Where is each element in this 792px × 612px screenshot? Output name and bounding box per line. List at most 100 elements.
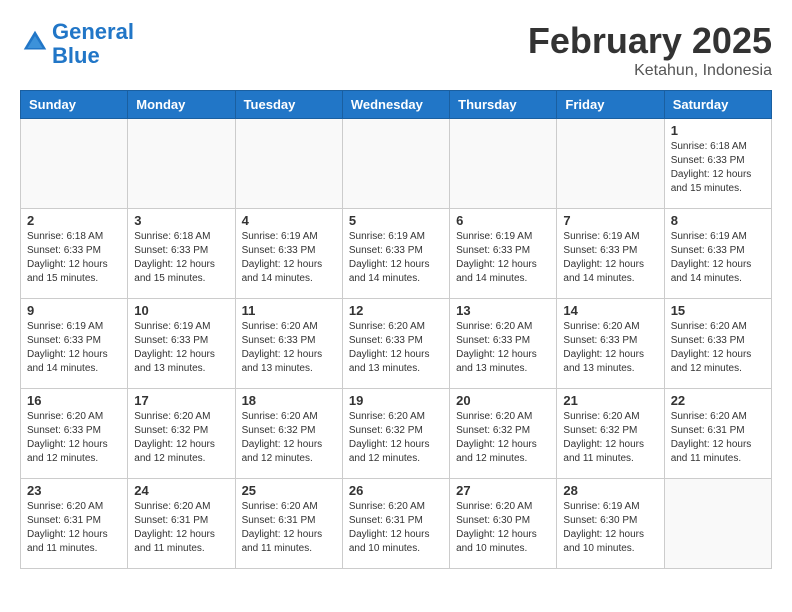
day-number: 14 xyxy=(563,303,657,318)
calendar-cell: 28 Sunrise: 6:19 AM Sunset: 6:30 PM Dayli… xyxy=(557,479,664,569)
day-info: Sunrise: 6:18 AM Sunset: 6:33 PM Dayligh… xyxy=(134,230,228,286)
calendar-cell: 25Sunrise: 6:20 AM Sunset: 6:31 PM Dayli… xyxy=(235,479,342,569)
day-number: 21 xyxy=(563,393,657,408)
calendar-week-row: 16 Sunrise: 6:20 AM Sunset: 6:33 PM Dayli… xyxy=(21,389,772,479)
calendar-week-row: 23 Sunrise: 6:20 AM Sunset: 6:31 PM Dayli… xyxy=(21,479,772,569)
calendar-cell: 27Sunrise: 6:20 AM Sunset: 6:30 PM Dayli… xyxy=(450,479,557,569)
day-info: Sunrise: 6:20 AM Sunset: 6:33 PM Dayligh… xyxy=(563,320,657,376)
day-number: 8 xyxy=(671,213,765,228)
day-info: Sunrise: 6:20 AM Sunset: 6:32 PM Dayligh… xyxy=(456,410,550,466)
calendar-cell: 23 Sunrise: 6:20 AM Sunset: 6:31 PM Dayli… xyxy=(21,479,128,569)
month-title: February 2025 xyxy=(528,20,772,62)
day-info: Sunrise: 6:20 AM Sunset: 6:33 PM Dayligh… xyxy=(349,320,443,376)
calendar-cell: 11Sunrise: 6:20 AM Sunset: 6:33 PM Dayli… xyxy=(235,299,342,389)
day-info: Sunrise: 6:20 AM Sunset: 6:32 PM Dayligh… xyxy=(242,410,336,466)
location: Ketahun, Indonesia xyxy=(528,62,772,80)
weekday-header: Thursday xyxy=(450,91,557,119)
weekday-header: Friday xyxy=(557,91,664,119)
weekday-header: Sunday xyxy=(21,91,128,119)
logo-icon xyxy=(20,27,50,57)
day-info: Sunrise: 6:20 AM Sunset: 6:32 PM Dayligh… xyxy=(563,410,657,466)
day-number: 26 xyxy=(349,483,443,498)
logo-line1: General xyxy=(52,19,134,44)
day-number: 20 xyxy=(456,393,550,408)
day-number: 6 xyxy=(456,213,550,228)
calendar-cell xyxy=(235,119,342,209)
day-info: Sunrise: 6:19 AM Sunset: 6:33 PM Dayligh… xyxy=(134,320,228,376)
logo-line2: Blue xyxy=(52,43,100,68)
weekday-header: Saturday xyxy=(664,91,771,119)
day-info: Sunrise: 6:20 AM Sunset: 6:31 PM Dayligh… xyxy=(242,500,336,556)
calendar-week-row: 9 Sunrise: 6:19 AM Sunset: 6:33 PM Daylig… xyxy=(21,299,772,389)
calendar-cell: 20 Sunrise: 6:20 AM Sunset: 6:32 PM Dayli… xyxy=(450,389,557,479)
title-block: February 2025 Ketahun, Indonesia xyxy=(528,20,772,80)
day-number: 1 xyxy=(671,123,765,138)
day-number: 15 xyxy=(671,303,765,318)
day-info: Sunrise: 6:19 AM Sunset: 6:33 PM Dayligh… xyxy=(27,320,121,376)
calendar-cell: 21 Sunrise: 6:20 AM Sunset: 6:32 PM Dayli… xyxy=(557,389,664,479)
calendar-cell xyxy=(21,119,128,209)
weekday-header-row: SundayMondayTuesdayWednesdayThursdayFrid… xyxy=(21,91,772,119)
page-header: General Blue February 2025 Ketahun, Indo… xyxy=(20,20,772,80)
day-number: 3 xyxy=(134,213,228,228)
calendar-cell: 22Sunrise: 6:20 AM Sunset: 6:31 PM Dayli… xyxy=(664,389,771,479)
calendar-cell: 15 Sunrise: 6:20 AM Sunset: 6:33 PM Dayli… xyxy=(664,299,771,389)
calendar-cell: 16 Sunrise: 6:20 AM Sunset: 6:33 PM Dayli… xyxy=(21,389,128,479)
day-info: Sunrise: 6:19 AM Sunset: 6:33 PM Dayligh… xyxy=(671,230,765,286)
day-number: 17 xyxy=(134,393,228,408)
calendar-cell xyxy=(342,119,449,209)
calendar-cell: 8 Sunrise: 6:19 AM Sunset: 6:33 PM Daylig… xyxy=(664,209,771,299)
calendar-cell: 2 Sunrise: 6:18 AM Sunset: 6:33 PM Daylig… xyxy=(21,209,128,299)
day-info: Sunrise: 6:20 AM Sunset: 6:33 PM Dayligh… xyxy=(671,320,765,376)
calendar-cell: 9 Sunrise: 6:19 AM Sunset: 6:33 PM Daylig… xyxy=(21,299,128,389)
day-number: 22 xyxy=(671,393,765,408)
logo-text: General Blue xyxy=(52,20,134,68)
day-number: 9 xyxy=(27,303,121,318)
day-info: Sunrise: 6:20 AM Sunset: 6:33 PM Dayligh… xyxy=(456,320,550,376)
day-info: Sunrise: 6:18 AM Sunset: 6:33 PM Dayligh… xyxy=(27,230,121,286)
weekday-header: Monday xyxy=(128,91,235,119)
day-info: Sunrise: 6:19 AM Sunset: 6:30 PM Dayligh… xyxy=(563,500,657,556)
calendar-cell: 7Sunrise: 6:19 AM Sunset: 6:33 PM Daylig… xyxy=(557,209,664,299)
day-info: Sunrise: 6:20 AM Sunset: 6:33 PM Dayligh… xyxy=(27,410,121,466)
calendar-week-row: 2 Sunrise: 6:18 AM Sunset: 6:33 PM Daylig… xyxy=(21,209,772,299)
day-info: Sunrise: 6:20 AM Sunset: 6:31 PM Dayligh… xyxy=(134,500,228,556)
day-number: 24 xyxy=(134,483,228,498)
calendar-cell: 14 Sunrise: 6:20 AM Sunset: 6:33 PM Dayli… xyxy=(557,299,664,389)
day-info: Sunrise: 6:20 AM Sunset: 6:32 PM Dayligh… xyxy=(349,410,443,466)
day-number: 10 xyxy=(134,303,228,318)
calendar-cell: 19Sunrise: 6:20 AM Sunset: 6:32 PM Dayli… xyxy=(342,389,449,479)
day-number: 27 xyxy=(456,483,550,498)
day-number: 13 xyxy=(456,303,550,318)
day-number: 4 xyxy=(242,213,336,228)
weekday-header: Tuesday xyxy=(235,91,342,119)
calendar-cell: 17Sunrise: 6:20 AM Sunset: 6:32 PM Dayli… xyxy=(128,389,235,479)
day-number: 2 xyxy=(27,213,121,228)
calendar-cell: 3 Sunrise: 6:18 AM Sunset: 6:33 PM Daylig… xyxy=(128,209,235,299)
calendar-cell: 1 Sunrise: 6:18 AM Sunset: 6:33 PM Daylig… xyxy=(664,119,771,209)
day-number: 18 xyxy=(242,393,336,408)
calendar-cell xyxy=(128,119,235,209)
day-number: 11 xyxy=(242,303,336,318)
day-number: 28 xyxy=(563,483,657,498)
calendar-cell: 5 Sunrise: 6:19 AM Sunset: 6:33 PM Daylig… xyxy=(342,209,449,299)
day-info: Sunrise: 6:20 AM Sunset: 6:31 PM Dayligh… xyxy=(27,500,121,556)
calendar-cell: 24 Sunrise: 6:20 AM Sunset: 6:31 PM Dayli… xyxy=(128,479,235,569)
calendar-week-row: 1 Sunrise: 6:18 AM Sunset: 6:33 PM Daylig… xyxy=(21,119,772,209)
weekday-header: Wednesday xyxy=(342,91,449,119)
calendar-cell xyxy=(664,479,771,569)
day-info: Sunrise: 6:20 AM Sunset: 6:31 PM Dayligh… xyxy=(349,500,443,556)
day-number: 5 xyxy=(349,213,443,228)
day-info: Sunrise: 6:19 AM Sunset: 6:33 PM Dayligh… xyxy=(563,230,657,286)
calendar-cell: 10 Sunrise: 6:19 AM Sunset: 6:33 PM Dayli… xyxy=(128,299,235,389)
calendar-cell xyxy=(557,119,664,209)
calendar-cell xyxy=(450,119,557,209)
day-number: 23 xyxy=(27,483,121,498)
day-info: Sunrise: 6:19 AM Sunset: 6:33 PM Dayligh… xyxy=(242,230,336,286)
day-number: 16 xyxy=(27,393,121,408)
calendar-cell: 4 Sunrise: 6:19 AM Sunset: 6:33 PM Daylig… xyxy=(235,209,342,299)
day-info: Sunrise: 6:18 AM Sunset: 6:33 PM Dayligh… xyxy=(671,140,765,196)
calendar-cell: 6Sunrise: 6:19 AM Sunset: 6:33 PM Daylig… xyxy=(450,209,557,299)
day-info: Sunrise: 6:19 AM Sunset: 6:33 PM Dayligh… xyxy=(349,230,443,286)
calendar-cell: 18 Sunrise: 6:20 AM Sunset: 6:32 PM Dayli… xyxy=(235,389,342,479)
